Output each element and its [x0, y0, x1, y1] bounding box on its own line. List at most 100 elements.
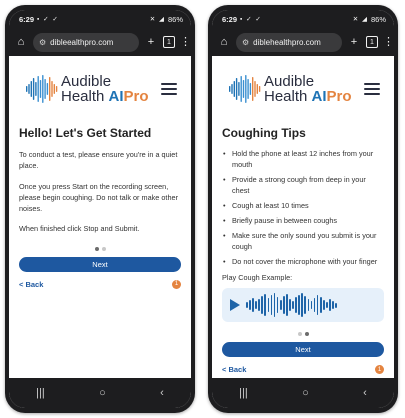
page-content: Audible Health AIPro Hello! Let's Get St… — [9, 56, 191, 378]
brand-ai: AI — [311, 88, 327, 105]
waveform-bar — [332, 301, 334, 310]
pagination-dot[interactable] — [101, 246, 106, 251]
notification-badge[interactable]: 1 — [172, 279, 181, 289]
address-bar[interactable]: ⚙ dibleealthpro.com — [33, 32, 139, 52]
brand-line1: Audible — [264, 73, 315, 90]
tune-icon[interactable]: ⚙ — [39, 38, 46, 47]
plus-icon[interactable]: + — [347, 36, 361, 48]
brand-logo[interactable]: Audible Health AIPro — [25, 74, 149, 104]
tip-item: Provide a strong cough from deep in your… — [222, 175, 384, 197]
soundwave-logo-icon — [26, 75, 58, 103]
plus-icon[interactable]: + — [144, 36, 158, 48]
waveform-bar — [246, 302, 248, 309]
pagination-dot-active[interactable] — [304, 332, 309, 337]
brand-line1: Audible — [61, 73, 112, 90]
footer-row: < Back 1 — [19, 279, 181, 289]
instruction-text: To conduct a test, please ensure you're … — [19, 150, 178, 171]
waveform-bar — [255, 301, 257, 310]
waveform-bar — [264, 294, 267, 317]
brand-logo[interactable]: Audible Health AIPro — [228, 74, 352, 104]
waveform-bar — [313, 298, 316, 313]
waveform-bar — [267, 298, 270, 313]
waveform-bar — [286, 294, 288, 317]
waveform-bar — [292, 301, 294, 310]
logo-wave-bar — [254, 81, 256, 97]
logo-wave-bar — [256, 84, 258, 94]
waveform-bar — [282, 296, 285, 315]
logo-wave-bar — [235, 78, 238, 100]
waveform-bar — [319, 297, 322, 314]
logo-wave-bar — [240, 76, 242, 102]
recent-apps-icon[interactable]: ||| — [239, 387, 248, 399]
nav-back-icon[interactable]: ‹ — [363, 387, 367, 399]
pagination-dot[interactable] — [297, 332, 302, 337]
waveform-bar — [310, 301, 313, 310]
logo-wave-bar — [249, 83, 252, 95]
nav-home-icon[interactable]: ○ — [302, 387, 309, 399]
waveform-bar — [273, 293, 276, 318]
audio-waveform[interactable] — [246, 292, 376, 318]
waveform-bar — [304, 296, 307, 315]
play-example-label: Play Cough Example: — [222, 273, 293, 283]
logo-wave-bar — [28, 84, 30, 94]
waveform-bar — [289, 299, 291, 312]
logo-wave-bar — [247, 79, 249, 99]
logo-wave-bar — [51, 81, 53, 97]
waveform-bar — [276, 297, 279, 314]
waveform-bar — [249, 300, 251, 311]
nav-home-icon[interactable]: ○ — [99, 387, 106, 399]
tab-switcher-icon[interactable]: 1 — [366, 36, 378, 48]
tip-item: Cough at least 10 times — [222, 201, 384, 212]
status-time: 6:29 — [222, 14, 238, 24]
logo-wave-bar — [30, 81, 32, 97]
nav-back-icon[interactable]: ‹ — [160, 387, 164, 399]
pagination-dots — [222, 332, 384, 337]
waveform-bar — [270, 295, 273, 316]
waveform-bar — [295, 297, 297, 314]
notification-badge[interactable]: 1 — [375, 365, 384, 375]
tab-switcher-icon[interactable]: 1 — [163, 36, 175, 48]
logo-wave-bar — [35, 82, 37, 96]
hamburger-menu-icon[interactable] — [161, 83, 177, 95]
hamburger-menu-icon[interactable] — [364, 83, 380, 95]
recent-apps-icon[interactable]: ||| — [36, 387, 45, 399]
waveform-bar — [298, 295, 301, 316]
site-header: Audible Health AIPro — [19, 64, 181, 114]
logo-wave-bar — [258, 86, 261, 92]
tune-icon[interactable]: ⚙ — [242, 38, 249, 47]
kebab-menu-icon[interactable]: ⋮ — [180, 36, 191, 48]
pagination-dots — [19, 246, 181, 251]
back-link[interactable]: < Back — [19, 280, 43, 289]
url-text: diblehealthpro.com — [253, 37, 321, 47]
tip-item: Do not cover the microphone with your fi… — [222, 257, 384, 268]
kebab-menu-icon[interactable]: ⋮ — [383, 36, 394, 48]
waveform-bar — [329, 299, 331, 312]
footer-row: < Back 1 — [222, 365, 384, 375]
soundwave-logo-icon — [229, 75, 261, 103]
home-icon[interactable]: ⌂ — [14, 36, 28, 48]
tips-list: Hold the phone at least 12 inches from y… — [222, 149, 384, 267]
next-button[interactable]: Next — [19, 256, 181, 272]
android-nav-bar: ||| ○ ‹ — [212, 378, 394, 408]
tip-item: Briefly pause in between coughs — [222, 216, 384, 227]
address-bar[interactable]: ⚙ diblehealthpro.com — [236, 32, 342, 52]
logo-wave-bar — [252, 77, 254, 101]
logo-wave-bar — [44, 79, 46, 99]
back-link[interactable]: < Back — [222, 365, 246, 374]
brand-health: Health — [264, 88, 312, 105]
site-header: Audible Health AIPro — [222, 64, 384, 114]
url-text: dibleealthpro.com — [50, 37, 114, 47]
logo-wave-bar — [231, 84, 233, 94]
android-nav-bar: ||| ○ ‹ — [9, 378, 191, 408]
battery-level: 86% — [167, 14, 183, 24]
pagination-dot-active[interactable] — [94, 246, 99, 251]
next-button[interactable]: Next — [222, 342, 384, 358]
waveform-bar — [301, 293, 304, 318]
play-icon[interactable] — [230, 299, 240, 312]
home-icon[interactable]: ⌂ — [217, 36, 231, 48]
logo-wave-bar — [42, 75, 44, 103]
instruction-text: When finished click Stop and Submit. — [19, 224, 140, 234]
logo-wave-bar — [238, 82, 240, 96]
audio-player[interactable] — [222, 288, 384, 323]
browser-toolbar: ⌂ ⚙ dibleealthpro.com + 1 ⋮ — [9, 28, 191, 56]
